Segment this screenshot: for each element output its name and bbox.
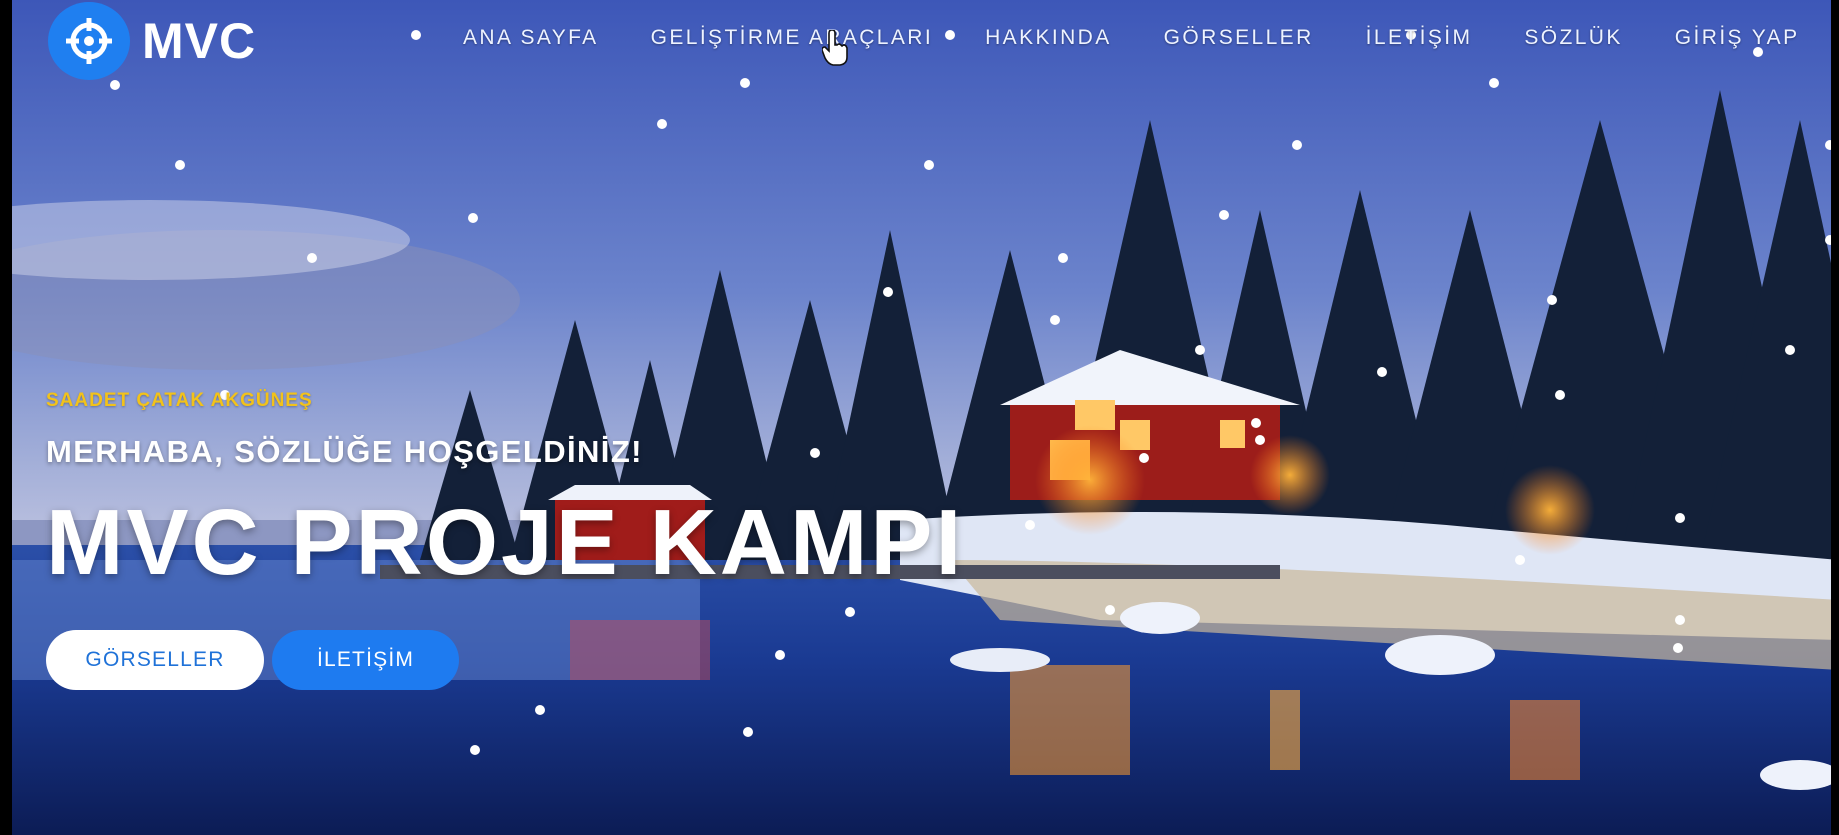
hand-pointer-icon — [822, 30, 848, 66]
brand-name[interactable]: MVC — [142, 12, 256, 70]
right-edge-shadow — [1831, 0, 1839, 835]
nav-contact[interactable]: İLETİŞİM — [1366, 26, 1473, 50]
winter-lake-background — [0, 0, 1839, 835]
nav-dictionary[interactable]: SÖZLÜK — [1524, 26, 1622, 50]
crosshair-icon[interactable] — [48, 2, 130, 80]
nav-home[interactable]: ANA SAYFA — [463, 26, 599, 50]
nav-dev-tools[interactable]: GELİŞTİRME ARAÇLARI — [651, 26, 934, 50]
navbar: MVC ANA SAYFA GELİŞTİRME ARAÇLARI HAKKIN… — [0, 0, 1839, 82]
hero-buttons: GÖRSELLER İLETİŞİM — [46, 630, 459, 690]
hero-subtitle: MERHABA, SÖZLÜĞE HOŞGELDİNİZ! — [46, 434, 643, 469]
contact-button[interactable]: İLETİŞİM — [272, 630, 459, 690]
brand[interactable]: MVC — [48, 2, 256, 80]
main-nav: ANA SAYFA GELİŞTİRME ARAÇLARI HAKKINDA G… — [463, 26, 1799, 50]
nav-login[interactable]: GİRİŞ YAP — [1675, 26, 1800, 50]
hero-author: SAADET ÇATAK AKGÜNEŞ — [46, 390, 313, 411]
left-edge-shadow — [0, 0, 12, 835]
hero-title: MVC PROJE KAMPI — [46, 490, 965, 594]
nav-about[interactable]: HAKKINDA — [985, 26, 1112, 50]
gallery-button[interactable]: GÖRSELLER — [46, 630, 264, 690]
nav-gallery[interactable]: GÖRSELLER — [1164, 26, 1314, 50]
